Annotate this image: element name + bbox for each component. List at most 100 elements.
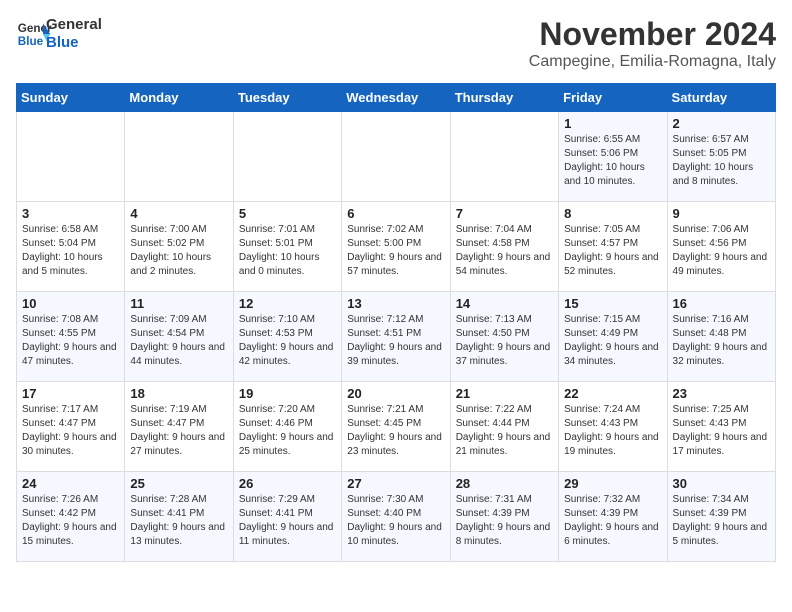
- day-cell: 16 Sunrise: 7:16 AM Sunset: 4:48 PM Dayli…: [667, 292, 775, 382]
- day-info: Sunrise: 6:58 AM Sunset: 5:04 PM Dayligh…: [22, 223, 119, 279]
- day-cell: [233, 112, 341, 202]
- day-info: Sunrise: 7:26 AM Sunset: 4:42 PM Dayligh…: [22, 493, 119, 549]
- day-number: 24: [22, 476, 119, 491]
- week-row-4: 24 Sunrise: 7:26 AM Sunset: 4:42 PM Dayli…: [17, 472, 776, 562]
- day-info: Sunrise: 7:12 AM Sunset: 4:51 PM Dayligh…: [347, 313, 444, 369]
- day-cell: 12Sunrise: 7:10 AM Sunset: 4:53 PM Dayli…: [233, 292, 341, 382]
- calendar-body: 1 Sunrise: 6:55 AM Sunset: 5:06 PM Daylig…: [17, 112, 776, 562]
- day-cell: 15 Sunrise: 7:15 AM Sunset: 4:49 PM Dayli…: [559, 292, 667, 382]
- day-number: 23: [673, 386, 770, 401]
- day-info: Sunrise: 7:13 AM Sunset: 4:50 PM Dayligh…: [456, 313, 553, 369]
- header-sunday: Sunday: [17, 84, 125, 112]
- day-cell: 2 Sunrise: 6:57 AM Sunset: 5:05 PM Daylig…: [667, 112, 775, 202]
- day-info: Sunrise: 7:32 AM Sunset: 4:39 PM Dayligh…: [564, 493, 661, 549]
- header-thursday: Thursday: [450, 84, 558, 112]
- day-info: Sunrise: 7:10 AM Sunset: 4:53 PM Dayligh…: [239, 313, 336, 369]
- day-number: 20: [347, 386, 444, 401]
- day-cell: 17 Sunrise: 7:17 AM Sunset: 4:47 PM Dayli…: [17, 382, 125, 472]
- day-number: 5: [239, 206, 336, 221]
- day-info: Sunrise: 7:31 AM Sunset: 4:39 PM Dayligh…: [456, 493, 553, 549]
- day-info: Sunrise: 7:24 AM Sunset: 4:43 PM Dayligh…: [564, 403, 661, 459]
- day-cell: 13 Sunrise: 7:12 AM Sunset: 4:51 PM Dayli…: [342, 292, 450, 382]
- day-number: 8: [564, 206, 661, 221]
- day-number: 27: [347, 476, 444, 491]
- day-cell: 20 Sunrise: 7:21 AM Sunset: 4:45 PM Dayli…: [342, 382, 450, 472]
- day-cell: [17, 112, 125, 202]
- day-number: 15: [564, 296, 661, 311]
- day-info: Sunrise: 7:22 AM Sunset: 4:44 PM Dayligh…: [456, 403, 553, 459]
- day-number: 13: [347, 296, 444, 311]
- week-row-0: 1 Sunrise: 6:55 AM Sunset: 5:06 PM Daylig…: [17, 112, 776, 202]
- day-cell: 11Sunrise: 7:09 AM Sunset: 4:54 PM Dayli…: [125, 292, 233, 382]
- day-number: 30: [673, 476, 770, 491]
- day-number: 11: [130, 296, 227, 311]
- day-number: 21: [456, 386, 553, 401]
- location-title: Campegine, Emilia-Romagna, Italy: [529, 53, 776, 71]
- header-monday: Monday: [125, 84, 233, 112]
- week-row-1: 3Sunrise: 6:58 AM Sunset: 5:04 PM Daylig…: [17, 202, 776, 292]
- day-info: Sunrise: 7:01 AM Sunset: 5:01 PM Dayligh…: [239, 223, 336, 279]
- day-cell: 30 Sunrise: 7:34 AM Sunset: 4:39 PM Dayli…: [667, 472, 775, 562]
- day-number: 22: [564, 386, 661, 401]
- day-cell: 27Sunrise: 7:30 AM Sunset: 4:40 PM Dayli…: [342, 472, 450, 562]
- header-friday: Friday: [559, 84, 667, 112]
- logo-general: General: [46, 16, 102, 34]
- day-cell: [125, 112, 233, 202]
- day-cell: 14 Sunrise: 7:13 AM Sunset: 4:50 PM Dayli…: [450, 292, 558, 382]
- logo: General Blue General Blue: [16, 16, 102, 52]
- day-info: Sunrise: 7:16 AM Sunset: 4:48 PM Dayligh…: [673, 313, 770, 369]
- day-number: 18: [130, 386, 227, 401]
- day-info: Sunrise: 7:17 AM Sunset: 4:47 PM Dayligh…: [22, 403, 119, 459]
- day-cell: [342, 112, 450, 202]
- day-cell: 29 Sunrise: 7:32 AM Sunset: 4:39 PM Dayli…: [559, 472, 667, 562]
- day-cell: 21 Sunrise: 7:22 AM Sunset: 4:44 PM Dayli…: [450, 382, 558, 472]
- day-info: Sunrise: 7:19 AM Sunset: 4:47 PM Dayligh…: [130, 403, 227, 459]
- day-info: Sunrise: 7:02 AM Sunset: 5:00 PM Dayligh…: [347, 223, 444, 279]
- day-cell: 26 Sunrise: 7:29 AM Sunset: 4:41 PM Dayli…: [233, 472, 341, 562]
- day-number: 6: [347, 206, 444, 221]
- day-number: 4: [130, 206, 227, 221]
- day-info: Sunrise: 7:28 AM Sunset: 4:41 PM Dayligh…: [130, 493, 227, 549]
- day-cell: 28Sunrise: 7:31 AM Sunset: 4:39 PM Dayli…: [450, 472, 558, 562]
- header-tuesday: Tuesday: [233, 84, 341, 112]
- day-number: 9: [673, 206, 770, 221]
- calendar-table: SundayMondayTuesdayWednesdayThursdayFrid…: [16, 83, 776, 562]
- day-info: Sunrise: 7:21 AM Sunset: 4:45 PM Dayligh…: [347, 403, 444, 459]
- day-number: 17: [22, 386, 119, 401]
- header-saturday: Saturday: [667, 84, 775, 112]
- day-number: 19: [239, 386, 336, 401]
- day-info: Sunrise: 6:57 AM Sunset: 5:05 PM Dayligh…: [673, 133, 770, 189]
- day-info: Sunrise: 7:34 AM Sunset: 4:39 PM Dayligh…: [673, 493, 770, 549]
- day-cell: 1 Sunrise: 6:55 AM Sunset: 5:06 PM Daylig…: [559, 112, 667, 202]
- header-wednesday: Wednesday: [342, 84, 450, 112]
- day-cell: 6 Sunrise: 7:02 AM Sunset: 5:00 PM Daylig…: [342, 202, 450, 292]
- day-cell: 7Sunrise: 7:04 AM Sunset: 4:58 PM Daylig…: [450, 202, 558, 292]
- day-cell: 3Sunrise: 6:58 AM Sunset: 5:04 PM Daylig…: [17, 202, 125, 292]
- day-info: Sunrise: 7:20 AM Sunset: 4:46 PM Dayligh…: [239, 403, 336, 459]
- day-number: 29: [564, 476, 661, 491]
- day-info: Sunrise: 6:55 AM Sunset: 5:06 PM Dayligh…: [564, 133, 661, 189]
- day-number: 26: [239, 476, 336, 491]
- week-row-3: 17 Sunrise: 7:17 AM Sunset: 4:47 PM Dayli…: [17, 382, 776, 472]
- day-number: 14: [456, 296, 553, 311]
- day-info: Sunrise: 7:15 AM Sunset: 4:49 PM Dayligh…: [564, 313, 661, 369]
- logo-blue: Blue: [46, 34, 102, 52]
- day-cell: 23 Sunrise: 7:25 AM Sunset: 4:43 PM Dayli…: [667, 382, 775, 472]
- week-row-2: 10Sunrise: 7:08 AM Sunset: 4:55 PM Dayli…: [17, 292, 776, 382]
- day-number: 2: [673, 116, 770, 131]
- day-info: Sunrise: 7:05 AM Sunset: 4:57 PM Dayligh…: [564, 223, 661, 279]
- day-cell: 4 Sunrise: 7:00 AM Sunset: 5:02 PM Daylig…: [125, 202, 233, 292]
- day-cell: 5 Sunrise: 7:01 AM Sunset: 5:01 PM Daylig…: [233, 202, 341, 292]
- title-area: November 2024 Campegine, Emilia-Romagna,…: [529, 16, 776, 71]
- month-title: November 2024: [529, 16, 776, 53]
- day-number: 1: [564, 116, 661, 131]
- day-cell: 24 Sunrise: 7:26 AM Sunset: 4:42 PM Dayli…: [17, 472, 125, 562]
- day-info: Sunrise: 7:25 AM Sunset: 4:43 PM Dayligh…: [673, 403, 770, 459]
- day-number: 25: [130, 476, 227, 491]
- day-info: Sunrise: 7:00 AM Sunset: 5:02 PM Dayligh…: [130, 223, 227, 279]
- calendar-header: SundayMondayTuesdayWednesdayThursdayFrid…: [17, 84, 776, 112]
- day-info: Sunrise: 7:29 AM Sunset: 4:41 PM Dayligh…: [239, 493, 336, 549]
- day-info: Sunrise: 7:06 AM Sunset: 4:56 PM Dayligh…: [673, 223, 770, 279]
- day-number: 16: [673, 296, 770, 311]
- day-cell: 8 Sunrise: 7:05 AM Sunset: 4:57 PM Daylig…: [559, 202, 667, 292]
